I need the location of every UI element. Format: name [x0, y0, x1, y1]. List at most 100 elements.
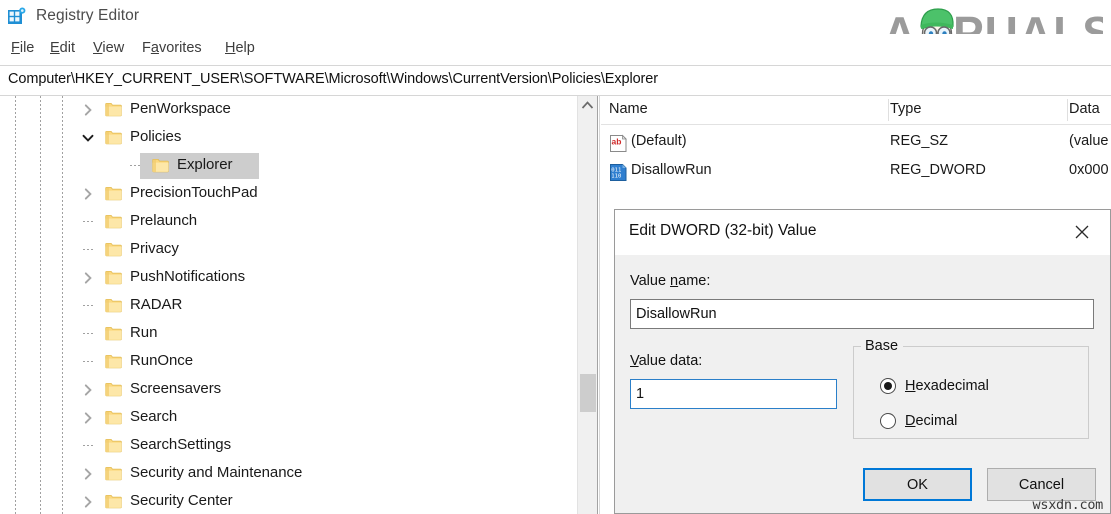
tree-item-run[interactable]: Run: [0, 320, 577, 348]
radio-decimal[interactable]: Decimal: [880, 410, 957, 432]
folder-icon: [152, 158, 169, 173]
tree-item-policies[interactable]: Policies: [0, 124, 577, 152]
tree-item-label: Security Center: [130, 492, 233, 509]
tree-item-runonce[interactable]: RunOnce: [0, 348, 577, 376]
value-type: REG_DWORD: [890, 162, 986, 178]
value-name: (Default): [631, 133, 687, 149]
chevron-down-icon[interactable]: [81, 131, 95, 145]
tree-item-penworkspace[interactable]: PenWorkspace: [0, 96, 577, 124]
window-title: Registry Editor: [36, 7, 140, 24]
menu-favorites[interactable]: Favorites: [137, 38, 207, 58]
menu-view[interactable]: View: [88, 38, 129, 58]
radio-button-icon: [880, 378, 896, 394]
chevron-right-icon[interactable]: [81, 271, 95, 285]
folder-icon: [105, 130, 122, 145]
dword-value-icon: 011 110: [609, 163, 628, 182]
value-row[interactable]: 011 110 DisallowRun REG_DWORD 0x000: [601, 158, 1111, 187]
tree-item-pushnotifications[interactable]: PushNotifications: [0, 264, 577, 292]
radio-hexadecimal-label: Hexadecimal: [905, 378, 989, 394]
chevron-right-icon[interactable]: [81, 187, 95, 201]
column-header-name[interactable]: Name: [609, 101, 648, 117]
scroll-up-icon[interactable]: [578, 96, 597, 116]
folder-icon: [105, 466, 122, 481]
folder-icon: [105, 186, 122, 201]
tree-item-explorer[interactable]: Explorer: [0, 152, 577, 180]
value-data: (value: [1069, 133, 1109, 149]
tree-item-label: Policies: [130, 128, 182, 145]
string-value-icon: ab: [609, 134, 628, 153]
tree-scrollbar[interactable]: [577, 96, 597, 514]
tree-item-search[interactable]: Search: [0, 404, 577, 432]
value-data: 0x000: [1069, 162, 1109, 178]
tree-item-prelaunch[interactable]: Prelaunch: [0, 208, 577, 236]
tree-item-label: Privacy: [130, 240, 179, 257]
folder-icon: [105, 298, 122, 313]
tree-connector: [83, 305, 93, 306]
svg-text:ab: ab: [612, 137, 622, 147]
tree-item-label: PrecisionTouchPad: [130, 184, 258, 201]
dialog-body: Value name: DisallowRun Value data: 1 Ba…: [615, 255, 1110, 513]
tree-connector: [83, 333, 93, 334]
folder-icon: [105, 242, 122, 257]
tree-connector: [83, 361, 93, 362]
chevron-right-icon[interactable]: [81, 103, 95, 117]
folder-icon: [105, 270, 122, 285]
tree-item-label: Screensavers: [130, 380, 222, 397]
folder-icon: [105, 494, 122, 509]
tree-item-searchsettings[interactable]: SearchSettings: [0, 432, 577, 460]
tree-item-label: PenWorkspace: [130, 100, 231, 117]
registry-path-text: Computer\HKEY_CURRENT_USER\SOFTWARE\Micr…: [8, 71, 658, 87]
tree-item-label: Run: [130, 324, 158, 341]
pane-splitter[interactable]: [597, 96, 600, 514]
chevron-right-icon[interactable]: [81, 411, 95, 425]
value-row[interactable]: ab (Default) REG_SZ (value: [601, 129, 1111, 158]
tree-item-privacy[interactable]: Privacy: [0, 236, 577, 264]
tree-item-precisiontouchpad[interactable]: PrecisionTouchPad: [0, 180, 577, 208]
tree-connector: [130, 165, 140, 166]
tree-item-security-and-maintenance[interactable]: Security and Maintenance: [0, 460, 577, 488]
edit-dword-dialog[interactable]: Edit DWORD (32-bit) Value Value name: Di…: [614, 209, 1111, 514]
tree-item-screensavers[interactable]: Screensavers: [0, 376, 577, 404]
chevron-right-icon[interactable]: [81, 467, 95, 481]
value-name-input[interactable]: DisallowRun: [630, 299, 1094, 329]
tree-item-radar[interactable]: RADAR: [0, 292, 577, 320]
tree-item-label: Prelaunch: [130, 212, 198, 229]
tree-item-label: Explorer: [177, 156, 233, 173]
value-type: REG_SZ: [890, 133, 949, 149]
column-separator[interactable]: [888, 99, 889, 121]
folder-icon: [105, 410, 122, 425]
address-bar[interactable]: Computer\HKEY_CURRENT_USER\SOFTWARE\Micr…: [0, 65, 1111, 96]
scrollbar-thumb[interactable]: [580, 374, 596, 412]
dialog-title: Edit DWORD (32-bit) Value: [629, 222, 817, 239]
radio-button-icon: [880, 413, 896, 429]
tree-connector: [83, 445, 93, 446]
svg-text:110: 110: [611, 173, 621, 179]
menu-help[interactable]: Help: [220, 38, 260, 58]
tree-item-label: Search: [130, 408, 178, 425]
tree-item-label: Security and Maintenance: [130, 464, 303, 481]
values-column-header: Name Type Data: [601, 96, 1111, 125]
column-separator[interactable]: [1067, 99, 1068, 121]
ok-button[interactable]: OK: [863, 468, 972, 501]
chevron-right-icon[interactable]: [81, 383, 95, 397]
registry-editor-icon: [7, 7, 27, 27]
tree-item-security-center[interactable]: Security Center: [0, 488, 577, 514]
menu-file[interactable]: File: [6, 38, 39, 58]
radio-hexadecimal[interactable]: Hexadecimal: [880, 375, 989, 397]
menu-edit[interactable]: Edit: [45, 38, 80, 58]
value-data-input[interactable]: 1: [630, 379, 837, 409]
value-name: DisallowRun: [631, 162, 712, 178]
close-icon[interactable]: [1060, 214, 1104, 250]
tree-connector: [83, 249, 93, 250]
registry-key-tree[interactable]: PenWorkspace Policies Explorer PrecisionTou…: [0, 96, 577, 514]
folder-icon: [105, 102, 122, 117]
folder-icon: [105, 326, 122, 341]
chevron-right-icon[interactable]: [81, 495, 95, 509]
menu-bar: File Edit View Favorites Help: [0, 34, 1111, 64]
folder-icon: [105, 354, 122, 369]
dialog-title-bar: Edit DWORD (32-bit) Value: [615, 210, 1110, 255]
tree-item-label: PushNotifications: [130, 268, 246, 285]
tree-item-label: SearchSettings: [130, 436, 232, 453]
column-header-type[interactable]: Type: [890, 101, 921, 117]
column-header-data[interactable]: Data: [1069, 101, 1100, 117]
